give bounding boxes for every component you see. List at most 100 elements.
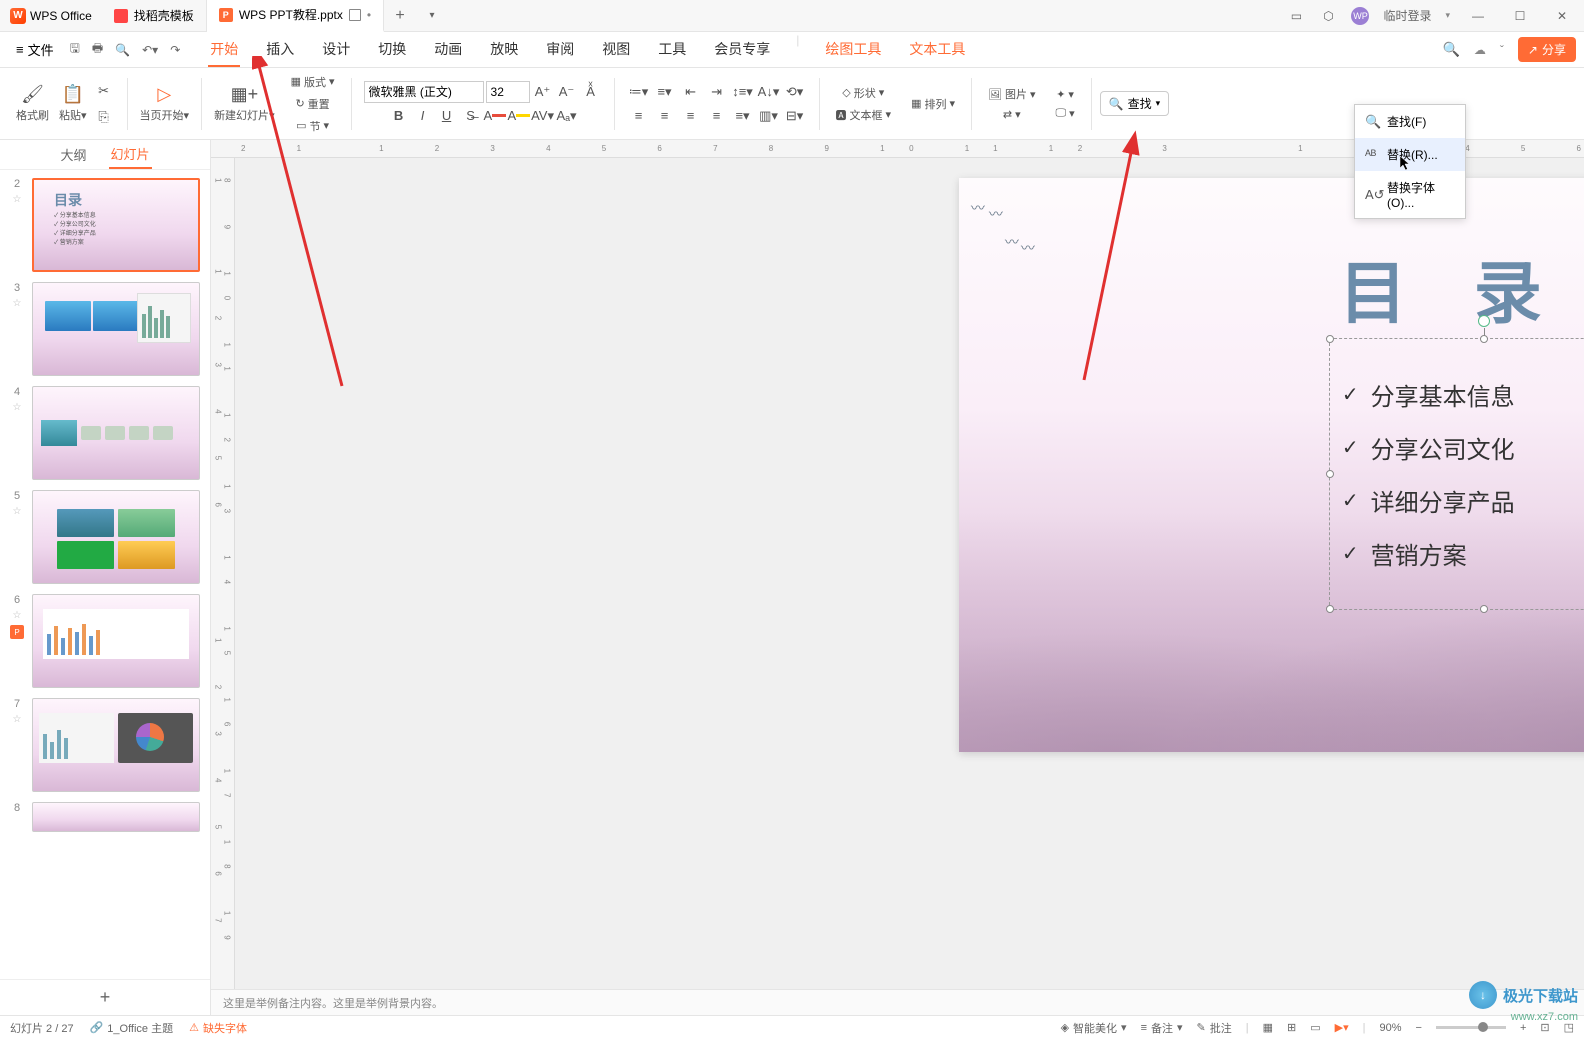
- thumbnail-item[interactable]: 4☆: [10, 386, 200, 480]
- notes-button[interactable]: ≡ 备注▾: [1141, 1020, 1183, 1036]
- shapes-button[interactable]: ◇形状▾: [838, 83, 888, 103]
- redo-icon[interactable]: ↷: [170, 43, 180, 57]
- screen-button[interactable]: 🖵▾: [1052, 105, 1079, 122]
- thumbnail-item[interactable]: 3☆: [10, 282, 200, 376]
- bold-button[interactable]: B: [388, 105, 410, 127]
- increase-font-icon[interactable]: A⁺: [532, 81, 554, 103]
- find-button[interactable]: 🔍 查找 ▾: [1100, 91, 1170, 116]
- cut-icon[interactable]: ✂: [93, 80, 115, 102]
- increase-indent-button[interactable]: ⇥: [705, 81, 729, 103]
- underline-button[interactable]: U: [436, 105, 458, 127]
- line-spacing-button[interactable]: ↕≡▾: [731, 81, 755, 103]
- menu-view[interactable]: 视图: [600, 33, 632, 67]
- slide-thumbnail-5[interactable]: [32, 490, 200, 584]
- share-button[interactable]: ↗ 分享: [1518, 37, 1576, 62]
- thumbnail-item[interactable]: 5☆: [10, 490, 200, 584]
- user-avatar[interactable]: WP: [1351, 7, 1369, 25]
- paste-button[interactable]: 📋 粘贴▾: [55, 82, 91, 125]
- thumbnail-item[interactable]: 2☆ 目录 ✓ 分享基本信息 ✓ 分享公司文化 ✓ 详细分享产品 ✓ 营销方案: [10, 178, 200, 272]
- replace-pic-button[interactable]: ⇄▾: [999, 106, 1025, 123]
- missing-font-warning[interactable]: ⚠ 缺失字体: [189, 1020, 247, 1036]
- clear-format-icon[interactable]: Aͯ: [580, 81, 602, 103]
- view-sorter-icon[interactable]: ⊞: [1287, 1021, 1296, 1034]
- layout-button[interactable]: ▦版式▾: [287, 72, 339, 92]
- font-name-select[interactable]: [364, 81, 484, 103]
- align-center-button[interactable]: ≡: [653, 105, 677, 127]
- outline-tab[interactable]: 大纲: [58, 141, 88, 168]
- resize-handle-tm[interactable]: [1480, 335, 1488, 343]
- text-direction-button[interactable]: A↓▾: [757, 81, 781, 103]
- tab-dropdown[interactable]: ▾: [416, 10, 448, 21]
- format-painter-button[interactable]: 🖌 格式刷: [12, 82, 53, 125]
- slide-thumbnail-8[interactable]: [32, 802, 200, 832]
- notes-bar[interactable]: 这里是举例备注内容。这里是举例背景内容。: [211, 989, 1584, 1015]
- beautify-button[interactable]: ◈ 智能美化▾: [1061, 1020, 1127, 1036]
- resize-handle-bm[interactable]: [1480, 605, 1488, 613]
- resize-handle-bl[interactable]: [1326, 605, 1334, 613]
- decrease-font-icon[interactable]: A⁻: [556, 81, 578, 103]
- replace-font-menu-item[interactable]: A↺ 替换字体(O)...: [1355, 171, 1465, 218]
- file-menu-button[interactable]: ≡ 文件: [8, 36, 62, 63]
- slide-thumbnail-2[interactable]: 目录 ✓ 分享基本信息 ✓ 分享公司文化 ✓ 详细分享产品 ✓ 营销方案: [32, 178, 200, 272]
- italic-button[interactable]: I: [412, 105, 434, 127]
- menu-review[interactable]: 审阅: [544, 33, 576, 67]
- thumbnail-item[interactable]: 7☆: [10, 698, 200, 792]
- zoom-out-icon[interactable]: −: [1416, 1022, 1422, 1034]
- rotate-handle[interactable]: [1478, 315, 1490, 327]
- section-button[interactable]: ▭节▾: [292, 116, 333, 136]
- tab-document[interactable]: P WPS PPT教程.pptx •: [207, 0, 384, 32]
- login-dropdown-icon[interactable]: ▾: [1445, 10, 1450, 21]
- font-color-button[interactable]: A: [484, 105, 506, 127]
- preview-icon[interactable]: 🔍: [115, 43, 130, 57]
- reset-button[interactable]: ↻重置: [291, 94, 333, 114]
- collapse-ribbon-icon[interactable]: ˇ: [1500, 43, 1504, 57]
- menu-insert[interactable]: 插入: [264, 33, 296, 67]
- cloud-icon[interactable]: ☁: [1474, 43, 1486, 57]
- from-current-button[interactable]: ▷ 当页开始▾: [136, 82, 194, 125]
- zoom-slider[interactable]: [1436, 1026, 1506, 1029]
- menu-tools[interactable]: 工具: [656, 33, 688, 67]
- zoom-in-icon[interactable]: +: [1520, 1022, 1526, 1034]
- align-right-button[interactable]: ≡: [679, 105, 703, 127]
- slides-tab[interactable]: 幻灯片: [109, 140, 152, 169]
- thumbnail-item[interactable]: 6☆P: [10, 594, 200, 688]
- textbox-button[interactable]: 🅰文本框▾: [832, 105, 896, 125]
- menu-text-tools[interactable]: 文本工具: [907, 33, 967, 67]
- slide-position[interactable]: 幻灯片 2 / 27: [10, 1020, 74, 1036]
- highlight-button[interactable]: A: [508, 105, 530, 127]
- menu-transition[interactable]: 切换: [376, 33, 408, 67]
- picture-button[interactable]: 🖼图片▾: [984, 84, 1040, 104]
- align-justify-button[interactable]: ≡: [705, 105, 729, 127]
- copy-icon[interactable]: ⎘: [93, 106, 115, 128]
- columns-button[interactable]: ▥▾: [757, 105, 781, 127]
- char-spacing-button[interactable]: AV▾: [532, 105, 554, 127]
- align-vertical-button[interactable]: ⊟▾: [783, 105, 807, 127]
- save-icon[interactable]: 🖫: [70, 39, 80, 60]
- align-left-button[interactable]: ≡: [627, 105, 651, 127]
- slide-title[interactable]: 目 录: [1339, 238, 1566, 337]
- bullets-button[interactable]: ≔▾: [627, 81, 651, 103]
- theme-status[interactable]: 🔗1_Office 主题: [90, 1020, 174, 1036]
- slide-thumbnail-4[interactable]: [32, 386, 200, 480]
- find-menu-item[interactable]: 🔍 查找(F): [1355, 105, 1465, 138]
- replace-menu-item[interactable]: ᴬᴮ 替换(R)...: [1355, 138, 1465, 171]
- view-slideshow-icon[interactable]: ▶▾: [1335, 1021, 1349, 1034]
- menu-draw-tools[interactable]: 绘图工具: [823, 33, 883, 67]
- new-tab-button[interactable]: +: [384, 7, 416, 25]
- menu-member[interactable]: 会员专享: [712, 33, 772, 67]
- ai-button[interactable]: ✦▾: [1052, 86, 1078, 103]
- distribute-button[interactable]: ≡▾: [731, 105, 755, 127]
- new-slide-button[interactable]: ▦+ 新建幻灯片▾: [210, 82, 279, 125]
- login-status[interactable]: 临时登录: [1383, 7, 1431, 24]
- resize-handle-tl[interactable]: [1326, 335, 1334, 343]
- view-normal-icon[interactable]: ▦: [1263, 1021, 1273, 1034]
- print-icon[interactable]: 🖶: [92, 39, 103, 60]
- maximize-button[interactable]: ☐: [1506, 2, 1534, 30]
- zoom-value[interactable]: 90%: [1379, 1022, 1401, 1034]
- tab-overflow-icon[interactable]: •: [367, 8, 371, 22]
- font-effects-button[interactable]: Aₐ▾: [556, 105, 578, 127]
- resize-handle-ml[interactable]: [1326, 470, 1334, 478]
- font-size-select[interactable]: [486, 81, 530, 103]
- add-slide-button[interactable]: +: [0, 979, 210, 1015]
- thumbnail-item[interactable]: 8: [10, 802, 200, 832]
